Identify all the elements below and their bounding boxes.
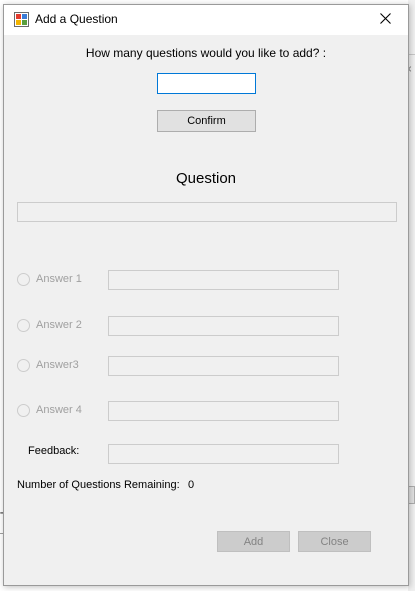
close-window-button[interactable]	[362, 5, 408, 35]
question-count-prompt: How many questions would you like to add…	[85, 46, 327, 60]
answer-4-label: Answer 4	[36, 404, 82, 416]
questions-remaining-count: 0	[188, 479, 195, 491]
answer-row-1: Answer 1	[17, 270, 347, 290]
answer-2-field[interactable]	[108, 316, 339, 336]
background-divider	[408, 54, 415, 55]
answer-3-field[interactable]	[108, 356, 339, 376]
add-question-dialog: Add a Question How many questions would …	[3, 4, 409, 586]
answer-4-radio[interactable]	[17, 404, 30, 417]
feedback-label: Feedback:	[28, 445, 80, 457]
questions-remaining-label: Number of Questions Remaining:	[17, 479, 180, 491]
answer-2-label: Answer 2	[36, 319, 82, 331]
close-button[interactable]: Close	[298, 531, 371, 552]
answer-1-field[interactable]	[108, 270, 339, 290]
answer-row-2: Answer 2	[17, 316, 347, 336]
close-icon	[379, 11, 391, 29]
question-count-input[interactable]	[157, 73, 256, 94]
answer-3-label: Answer3	[36, 359, 79, 371]
confirm-button[interactable]: Confirm	[157, 110, 256, 132]
answer-1-radio[interactable]	[17, 273, 30, 286]
answer-1-label: Answer 1	[36, 273, 82, 285]
app-form-icon	[14, 12, 29, 27]
answer-row-3: Answer3	[17, 356, 347, 376]
question-text-field[interactable]	[17, 202, 397, 222]
window-title: Add a Question	[35, 12, 118, 26]
add-button[interactable]: Add	[217, 531, 290, 552]
feedback-field[interactable]	[108, 444, 339, 464]
answer-2-radio[interactable]	[17, 319, 30, 332]
answer-4-field[interactable]	[108, 401, 339, 421]
answer-row-4: Answer 4	[17, 401, 347, 421]
answer-3-radio[interactable]	[17, 359, 30, 372]
question-heading: Question	[175, 170, 237, 187]
title-bar[interactable]: Add a Question	[4, 5, 408, 35]
